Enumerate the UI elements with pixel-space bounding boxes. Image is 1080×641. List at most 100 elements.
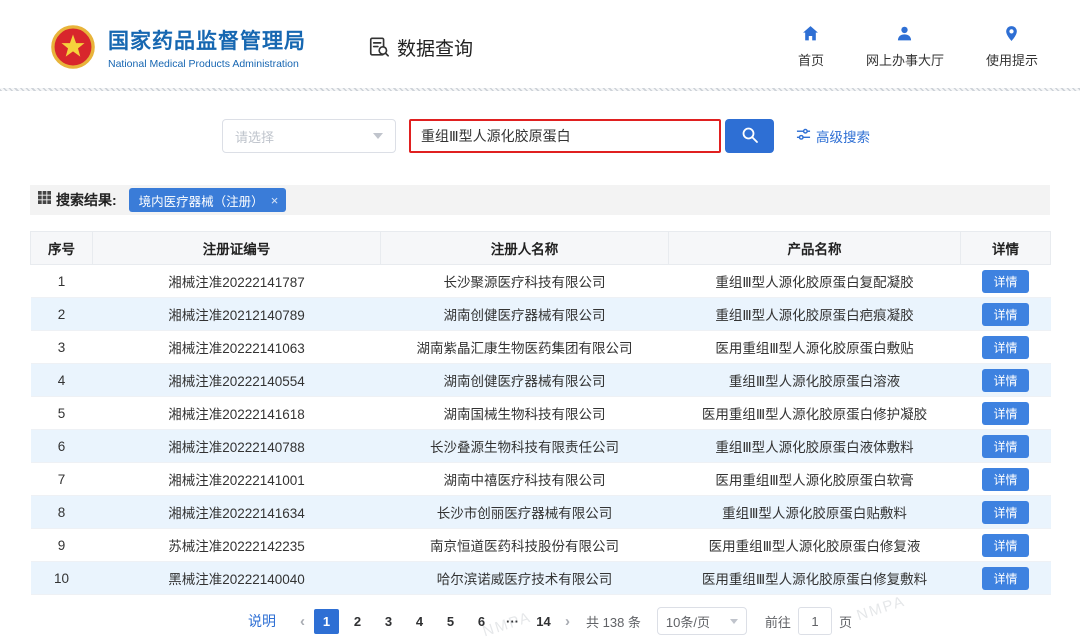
advanced-search-label: 高级搜索 — [816, 126, 870, 146]
site-header: 国家药品监督管理局 National Medical Products Admi… — [0, 0, 1080, 88]
detail-button[interactable]: 详情 — [982, 435, 1028, 458]
cell-product-name: 重组Ⅲ型人源化胶原蛋白复配凝胶 — [669, 265, 961, 298]
cell-cert-number: 湘械注准20222140788 — [93, 430, 381, 463]
advanced-search-link[interactable]: 高级搜索 — [796, 126, 870, 146]
header-product-name: 产品名称 — [669, 232, 961, 265]
cell-cert-number: 湘械注准20222140554 — [93, 364, 381, 397]
detail-button[interactable]: 详情 — [982, 369, 1028, 392]
cell-serial: 1 — [31, 265, 93, 298]
goto-label: 前往 — [765, 612, 791, 631]
nav-usage-tips-label: 使用提示 — [986, 50, 1038, 69]
org-name-cn: 国家药品监督管理局 — [108, 25, 306, 55]
cell-cert-number: 苏械注准20222142235 — [93, 529, 381, 562]
goto-page-input[interactable] — [798, 607, 832, 635]
category-select-placeholder: 请选择 — [235, 127, 274, 146]
cell-cert-number: 黑械注准20222140040 — [93, 562, 381, 595]
nav-home[interactable]: 首页 — [798, 25, 824, 69]
brand: 国家药品监督管理局 National Medical Products Admi… — [50, 24, 306, 70]
filter-tag[interactable]: 境内医疗器械（注册） × — [129, 188, 287, 212]
detail-button[interactable]: 详情 — [982, 567, 1028, 590]
cell-detail: 详情 — [961, 364, 1051, 397]
data-query-icon — [368, 36, 390, 58]
page-title-label: 数据查询 — [397, 34, 473, 61]
detail-button[interactable]: 详情 — [982, 402, 1028, 425]
detail-button[interactable]: 详情 — [982, 270, 1028, 293]
cell-registrant: 湖南中禧医疗科技有限公司 — [381, 463, 669, 496]
cell-cert-number: 湘械注准20222141618 — [93, 397, 381, 430]
filter-sliders-icon — [796, 127, 811, 145]
header-registrant: 注册人名称 — [381, 232, 669, 265]
brand-text: 国家药品监督管理局 National Medical Products Admi… — [108, 25, 306, 70]
nmpa-logo — [50, 24, 96, 70]
table-row: 2 湘械注准20212140789 湖南创健医疗器械有限公司 重组Ⅲ型人源化胶原… — [31, 298, 1051, 331]
close-icon[interactable]: × — [271, 193, 279, 208]
note-link[interactable]: 说明 — [248, 611, 276, 631]
detail-button[interactable]: 详情 — [982, 468, 1028, 491]
results-bar: 搜索结果: 境内医疗器械（注册） × — [30, 185, 1050, 215]
total-count: 共 138 条 — [586, 612, 641, 631]
filter-tag-label: 境内医疗器械（注册） — [139, 191, 264, 210]
page-button-14[interactable]: 14 — [531, 609, 556, 634]
cell-cert-number: 湘械注准20222141787 — [93, 265, 381, 298]
chevron-down-icon — [730, 619, 738, 624]
cell-serial: 9 — [31, 529, 93, 562]
cell-registrant: 湖南创健医疗器械有限公司 — [381, 298, 669, 331]
nav-online-service-hall-label: 网上办事大厅 — [866, 50, 944, 69]
detail-button[interactable]: 详情 — [982, 501, 1028, 524]
cell-cert-number: 湘械注准20222141634 — [93, 496, 381, 529]
detail-button[interactable]: 详情 — [982, 534, 1028, 557]
cell-product-name: 重组Ⅲ型人源化胶原蛋白贴敷料 — [669, 496, 961, 529]
table-header-row: 序号 注册证编号 注册人名称 产品名称 详情 — [31, 232, 1051, 265]
page-button-6[interactable]: 6 — [469, 609, 494, 634]
cell-detail: 详情 — [961, 562, 1051, 595]
cell-detail: 详情 — [961, 397, 1051, 430]
page-ellipsis[interactable]: ··· — [500, 609, 525, 634]
location-pin-icon — [1003, 25, 1020, 45]
page-size-value: 10条/页 — [666, 612, 710, 631]
table-row: 4 湘械注准20222140554 湖南创健医疗器械有限公司 重组Ⅲ型人源化胶原… — [31, 364, 1051, 397]
page-button-3[interactable]: 3 — [376, 609, 401, 634]
results-label: 搜索结果: — [56, 190, 117, 210]
search-button[interactable] — [725, 119, 774, 153]
page-button-1[interactable]: 1 — [314, 609, 339, 634]
cell-product-name: 医用重组Ⅲ型人源化胶原蛋白修护凝胶 — [669, 397, 961, 430]
cell-detail: 详情 — [961, 331, 1051, 364]
cell-registrant: 哈尔滨诺威医疗技术有限公司 — [381, 562, 669, 595]
page-button-5[interactable]: 5 — [438, 609, 463, 634]
next-page-button[interactable]: › — [559, 613, 576, 630]
cell-detail: 详情 — [961, 298, 1051, 331]
nav-home-label: 首页 — [798, 50, 824, 69]
prev-page-button[interactable]: ‹ — [294, 613, 311, 630]
cell-serial: 3 — [31, 331, 93, 364]
detail-button[interactable]: 详情 — [982, 303, 1028, 326]
cell-serial: 8 — [31, 496, 93, 529]
table-row: 8 湘械注准20222141634 长沙市创丽医疗器械有限公司 重组Ⅲ型人源化胶… — [31, 496, 1051, 529]
home-icon — [802, 25, 819, 45]
page-button-2[interactable]: 2 — [345, 609, 370, 634]
header-detail: 详情 — [961, 232, 1051, 265]
cell-detail: 详情 — [961, 430, 1051, 463]
table-row: 5 湘械注准20222141618 湖南国械生物科技有限公司 医用重组Ⅲ型人源化… — [31, 397, 1051, 430]
detail-button[interactable]: 详情 — [982, 336, 1028, 359]
table-row: 6 湘械注准20222140788 长沙叠源生物科技有限责任公司 重组Ⅲ型人源化… — [31, 430, 1051, 463]
header-divider — [0, 88, 1080, 91]
page-size-select[interactable]: 10条/页 — [657, 607, 747, 635]
search-input[interactable] — [409, 119, 721, 153]
nav-online-service-hall[interactable]: 网上办事大厅 — [866, 25, 944, 69]
cell-detail: 详情 — [961, 529, 1051, 562]
table-row: 3 湘械注准20222141063 湖南紫晶汇康生物医药集团有限公司 医用重组Ⅲ… — [31, 331, 1051, 364]
cell-cert-number: 湘械注准20222141001 — [93, 463, 381, 496]
header-serial: 序号 — [31, 232, 93, 265]
cell-product-name: 医用重组Ⅲ型人源化胶原蛋白软膏 — [669, 463, 961, 496]
cell-detail: 详情 — [961, 265, 1051, 298]
cell-detail: 详情 — [961, 496, 1051, 529]
pagination: 说明 ‹ 1 2 3 4 5 6 ··· 14 › 共 138 条 10条/页 … — [248, 607, 1080, 635]
cell-serial: 6 — [31, 430, 93, 463]
nav-usage-tips[interactable]: 使用提示 — [986, 25, 1038, 69]
category-select[interactable]: 请选择 — [222, 119, 396, 153]
cell-registrant: 长沙叠源生物科技有限责任公司 — [381, 430, 669, 463]
cell-registrant: 长沙聚源医疗科技有限公司 — [381, 265, 669, 298]
cell-registrant: 湖南紫晶汇康生物医药集团有限公司 — [381, 331, 669, 364]
page-button-4[interactable]: 4 — [407, 609, 432, 634]
top-nav: 首页 网上办事大厅 使用提示 — [798, 25, 1038, 69]
